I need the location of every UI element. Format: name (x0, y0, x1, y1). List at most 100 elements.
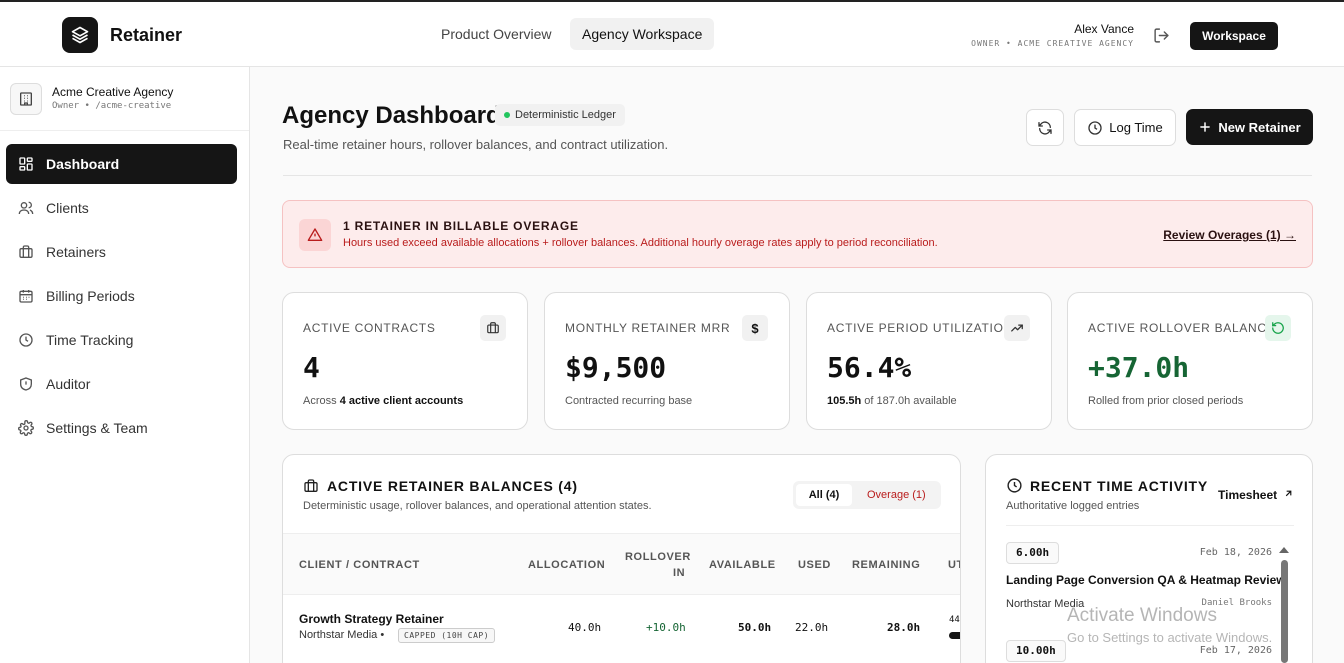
filter-segment: All (4) Overage (1) (793, 481, 941, 509)
header-divider (283, 175, 1312, 176)
calendar-icon (19, 290, 33, 303)
column-header: IN (673, 567, 686, 579)
column-header[interactable]: REMAINING (852, 559, 920, 571)
org-switcher[interactable]: Acme Creative Agency Owner • /acme-creat… (0, 67, 249, 131)
hours-badge: 10.00h (1006, 640, 1066, 662)
warning-icon (299, 219, 331, 251)
sidebar-item-retainers[interactable]: Retainers (6, 232, 237, 272)
overage-alert: 1 RETAINER IN BILLABLE OVERAGE Hours use… (282, 200, 1313, 268)
panel-subtitle: Authoritative logged entries (1006, 500, 1140, 512)
sidebar-item-label: Time Tracking (46, 332, 134, 348)
card-value: 4 (303, 351, 320, 384)
utilization-cell: 44 (949, 615, 960, 625)
column-header[interactable]: ROLLOVER (625, 551, 691, 563)
hours-badge: 6.00h (1006, 542, 1060, 564)
clock-icon (1006, 477, 1023, 499)
sidebar-item-dashboard[interactable]: Dashboard (6, 144, 237, 184)
briefcase-icon (480, 315, 506, 341)
column-header[interactable]: ALLOCATION (528, 559, 605, 571)
sidebar-item-clients[interactable]: Clients (6, 188, 237, 228)
cap-badge: CAPPED (10H CAP) (398, 628, 496, 643)
top-bar: Retainer Product Overview Agency Workspa… (0, 0, 1344, 67)
stat-card-rollover-balance: ACTIVE ROLLOVER BALANCE +37.0h Rolled fr… (1067, 292, 1313, 430)
card-label: ACTIVE PERIOD UTILIZATION (827, 321, 1013, 335)
grid-icon (19, 157, 33, 171)
log-time-button[interactable]: Log Time (1074, 109, 1176, 146)
rollover-cell: +10.0h (646, 621, 686, 634)
column-header[interactable]: UT (948, 559, 960, 571)
entry-date: Feb 18, 2026 (1199, 547, 1272, 558)
tab-product-overview[interactable]: Product Overview (429, 18, 563, 50)
sidebar-item-auditor[interactable]: Auditor (6, 364, 237, 404)
contract-name[interactable]: Growth Strategy Retainer (299, 612, 444, 626)
brand-name[interactable]: Retainer (110, 25, 182, 46)
sidebar-item-billing-periods[interactable]: Billing Periods (6, 276, 237, 316)
clock-icon (19, 333, 33, 347)
scrollbar-thumb[interactable] (1281, 560, 1288, 663)
tab-agency-workspace[interactable]: Agency Workspace (570, 18, 715, 50)
refresh-icon (1038, 120, 1052, 135)
remaining-cell: 28.0h (887, 621, 921, 634)
new-retainer-button[interactable]: New Retainer (1186, 109, 1313, 145)
user-name: Alex Vance (1074, 22, 1134, 36)
timesheet-link[interactable]: Timesheet (1218, 488, 1294, 502)
sidebar-item-label: Dashboard (46, 156, 120, 172)
new-retainer-label: New Retainer (1218, 119, 1301, 135)
retainer-balances-panel: ACTIVE RETAINER BALANCES (4) Determinist… (282, 454, 961, 663)
shield-icon (20, 377, 32, 391)
workspace-button[interactable]: Workspace (1190, 22, 1278, 50)
column-header[interactable]: AVAILABLE (709, 559, 776, 571)
activation-watermark-title: Activate Windows (1067, 605, 1217, 626)
briefcase-icon (303, 478, 319, 499)
card-footnote: Contracted recurring base (565, 395, 693, 407)
card-label: ACTIVE ROLLOVER BALANCE (1088, 321, 1276, 335)
column-header[interactable]: CLIENT / CONTRACT (299, 559, 420, 571)
scroll-up-arrow[interactable] (1279, 547, 1289, 553)
clock-icon (1088, 120, 1102, 135)
alert-title: 1 RETAINER IN BILLABLE OVERAGE (343, 219, 579, 233)
status-badge: Deterministic Ledger (495, 104, 625, 126)
used-cell: 22.0h (795, 621, 829, 634)
activation-watermark-text: Go to Settings to activate Windows. (1067, 630, 1273, 645)
user-role: OWNER • ACME CREATIVE AGENCY (971, 39, 1134, 48)
sidebar-item-label: Clients (46, 200, 89, 216)
sidebar-item-label: Billing Periods (46, 288, 135, 304)
log-time-label: Log Time (1109, 120, 1163, 135)
card-footnote: Rolled from prior closed periods (1088, 395, 1244, 407)
sidebar-item-label: Auditor (46, 376, 91, 392)
page-subtitle: Real-time retainer hours, rollover balan… (283, 137, 669, 152)
sidebar-item-settings-team[interactable]: Settings & Team (6, 408, 237, 448)
card-value: 56.4% (827, 351, 912, 384)
card-footnote: Across 4 active client accounts (303, 395, 464, 407)
stat-card-active-contracts: ACTIVE CONTRACTS 4 Across 4 active clien… (282, 292, 528, 430)
logo-icon[interactable] (62, 17, 98, 53)
org-name: Acme Creative Agency (52, 85, 174, 99)
filter-all[interactable]: All (4) (796, 484, 852, 506)
alert-text: Hours used exceed available allocations … (343, 237, 938, 249)
filter-overage[interactable]: Overage (1) (857, 484, 936, 506)
card-value: $9,500 (565, 351, 667, 384)
sidebar: Acme Creative Agency Owner • /acme-creat… (0, 67, 250, 663)
logout-icon[interactable] (1153, 27, 1170, 49)
trending-up-icon (1004, 315, 1030, 341)
org-subtitle: Owner • /acme-creative (52, 101, 172, 111)
panel-subtitle: Deterministic usage, rollover balances, … (303, 500, 652, 512)
sidebar-item-time-tracking[interactable]: Time Tracking (6, 320, 237, 360)
briefcase-icon (19, 245, 33, 258)
panel-title: RECENT TIME ACTIVITY (1030, 478, 1209, 494)
stat-card-utilization: ACTIVE PERIOD UTILIZATION 56.4% 105.5h o… (806, 292, 1052, 430)
entry-date: Feb 17, 2026 (1199, 645, 1272, 656)
arrow-up-right-icon (1286, 490, 1292, 497)
panel-title: ACTIVE RETAINER BALANCES (4) (327, 478, 578, 494)
column-header[interactable]: USED (798, 559, 831, 571)
stat-card-monthly-mrr: MONTHLY RETAINER MRR $ $9,500 Contracted… (544, 292, 790, 430)
review-overages-link[interactable]: Review Overages (1) → (1163, 228, 1296, 242)
refresh-button[interactable] (1026, 109, 1064, 146)
building-icon (10, 83, 42, 115)
sidebar-item-label: Settings & Team (46, 420, 148, 436)
divider (1006, 525, 1294, 526)
client-name: Northstar Media • (299, 629, 385, 641)
page-title: Agency Dashboard (282, 102, 501, 129)
allocation-cell: 40.0h (568, 621, 602, 634)
card-label: MONTHLY RETAINER MRR (565, 321, 731, 335)
